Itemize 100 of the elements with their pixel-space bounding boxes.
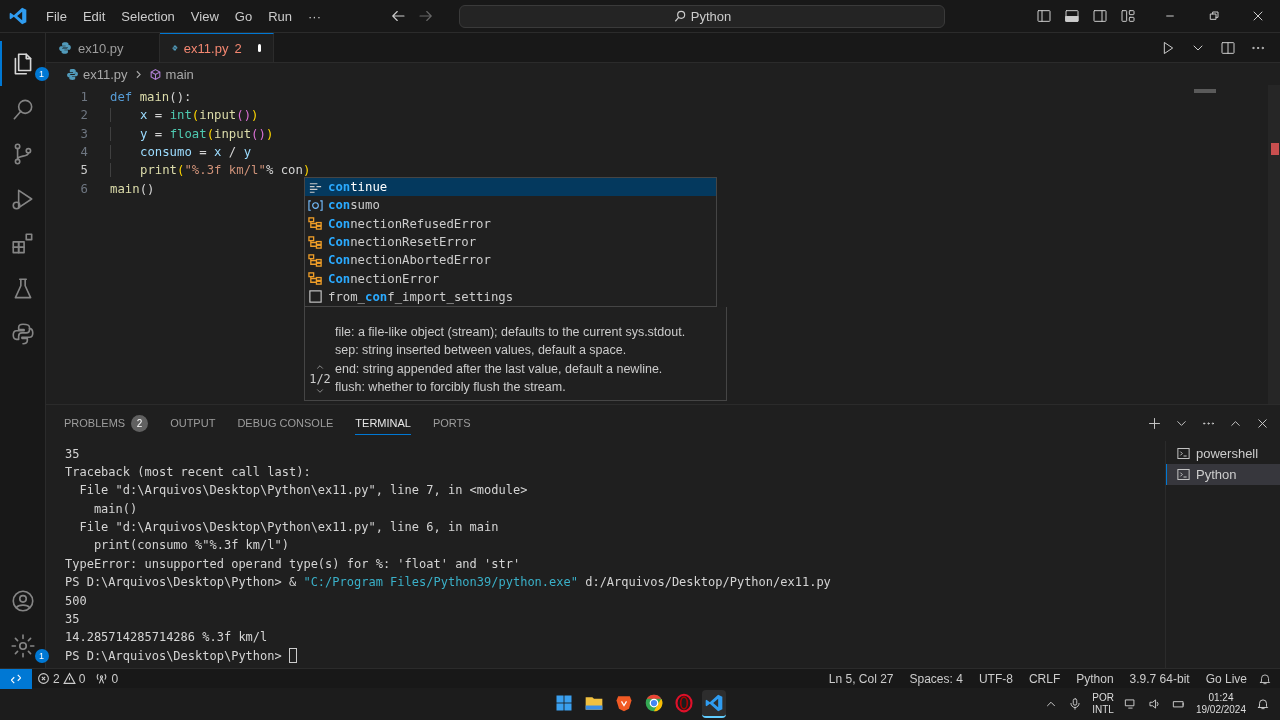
line-number: 3 [79,126,89,141]
code-line: def main(): [110,90,192,105]
python-file-icon [66,67,79,81]
class-icon [308,271,323,287]
error-icon [37,672,50,685]
python-icon[interactable] [9,320,36,347]
doc-line: flush: whether to forcibly flush the stream. [335,378,567,396]
code-editor-logo [8,6,28,26]
microphone-icon[interactable] [1068,697,1083,711]
class-icon [308,234,323,250]
terminal-line: Traceback (most recent call last): [65,464,311,479]
search-icon [672,9,687,23]
status-item[interactable]: 3.9.7 64-bit [1124,671,1195,686]
network-icon[interactable] [1123,697,1138,711]
split-editor-icon[interactable] [1220,39,1236,56]
count-badge: 2 [131,414,149,432]
account-icon[interactable] [9,587,36,614]
status-item[interactable]: Python [1071,671,1119,686]
terminal-line: PS D:\Arquivos\Desktop\Python> & "C:/Program Files/Python39/python.exe" d:/Arquivos/Desktop/Python/ex11.py [65,575,831,590]
terminal-line: File "d:\Arquivos\Desktop\Python\ex11.py", line 6, in main [78,520,499,535]
status-item[interactable]: UTF-8 [973,671,1018,686]
panel-tab[interactable]: TERMINAL [355,411,411,436]
panel-tab[interactable]: PROBLEMS 2 [64,408,149,438]
command-center-search[interactable]: Python [459,4,945,28]
lion-icon[interactable] [614,693,634,713]
settings-icon[interactable] [9,632,36,659]
speaker-icon[interactable] [1147,697,1162,711]
badge: 1 [34,67,49,81]
text-icon [308,289,323,305]
terminal-list-item[interactable]: Python [1166,464,1280,486]
line-number: 4 [79,145,89,160]
suggestion-item[interactable]: ConnectionRefusedError [305,214,716,233]
status-item[interactable]: Ln 5, Col 27 [823,671,899,686]
scrollbar[interactable] [1268,85,1280,405]
doc-line: sep: string inserted between values, default a space. [335,342,628,360]
panel-tab[interactable]: DEBUG CONSOLE [237,411,334,436]
suggestion-item[interactable]: ConnectionResetError [305,232,716,252]
breadcrumb-item[interactable]: main [165,66,194,82]
status-item[interactable]: Spaces: 4 [904,671,968,686]
plus-icon[interactable] [1147,415,1162,431]
class-icon [308,216,323,232]
bell-icon[interactable] [1258,671,1272,686]
terminal-line: print(consumo %"%.3f km/l") [92,538,289,553]
panel-tab[interactable]: OUTPUT [170,411,216,436]
code-line: consumo = x / y [110,145,252,160]
menu-item[interactable]: Selection [113,5,183,27]
suggestion-item[interactable]: ConnectionError [305,269,716,288]
warning-icon [62,672,76,685]
terminal-line: 35 [65,612,80,626]
code-editor-icon[interactable] [704,693,724,713]
suggestion-item[interactable]: from_conf_import_settings [305,287,716,307]
status-item[interactable]: Go Live [1200,671,1252,686]
status-item[interactable]: CRLF [1023,671,1066,686]
keyboard-language[interactable]: POR INTL [1092,692,1114,716]
ring-icon[interactable] [674,693,694,713]
panel-tab[interactable]: PORTS [432,411,471,436]
remote-button[interactable] [0,668,32,689]
suggestion-item[interactable]: continue [305,178,716,197]
signature-counter: 1/2 [309,372,331,387]
code-line: x = int(input()) [110,108,259,123]
layout-icon[interactable] [1120,8,1136,24]
browser-icon[interactable] [644,693,664,713]
left-sidebar-icon[interactable] [1036,8,1052,24]
windows-icon[interactable] [554,693,574,713]
menu-item[interactable]: ··· [300,5,329,27]
menu-item[interactable]: File [38,5,75,27]
suggestion-item[interactable]: consumo [305,196,716,215]
antenna-icon [95,672,109,685]
terminal-list-item[interactable]: powershell [1166,443,1280,465]
terminal-line: main() [92,501,138,516]
minimap [1194,89,1216,93]
terminal-line: 14.285714285714286 %.3f km/l [65,630,268,645]
terminal-icon [1176,467,1191,483]
ports-status[interactable]: 0 [90,671,124,686]
doc-line: end: string appended after the last value, default a newline. [335,360,664,378]
menu-item[interactable]: Go [226,5,261,27]
menu-item[interactable]: Edit [74,5,114,27]
terminal-line: 35 [65,446,80,461]
clock[interactable]: 01:24 19/02/2024 [1195,692,1246,716]
badge: 1 [34,649,49,663]
menu-item[interactable]: Run [260,5,300,27]
cube-icon [148,67,162,81]
variable-icon [308,197,323,213]
terminal-line: File "d:\Arquivos\Desktop\Python\ex11.py", line 7, in <module> [78,483,528,498]
terminal-line: PS D:\Arquivos\Desktop\Python> [65,648,283,663]
line-number: 6 [79,181,89,196]
bell-icon[interactable] [1256,697,1270,711]
menu-item[interactable]: View [182,5,227,27]
terminal-line: TypeError: unsupported operand type(s) for %: 'float' and 'str' [65,556,521,571]
suggestion-item[interactable]: ConnectionAbortedError [305,251,716,270]
breadcrumb-item[interactable]: ex11.py [83,66,128,82]
line-number: 2 [79,108,89,123]
class-icon [308,252,323,268]
right-sidebar-icon[interactable] [1092,8,1108,24]
problems-status[interactable]: 2 0 [32,671,91,686]
editor-tab[interactable]: ex11.py 2 [160,33,274,62]
bottom-panel-icon[interactable] [1064,8,1080,24]
doc-line: file: a file-like object (stream); defaults to the current sys.stdout. [335,324,686,342]
code-line: main() [110,181,155,196]
python-file-icon [58,41,72,55]
